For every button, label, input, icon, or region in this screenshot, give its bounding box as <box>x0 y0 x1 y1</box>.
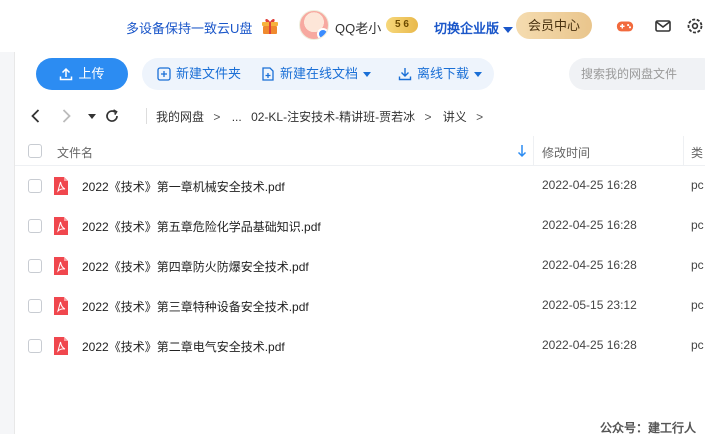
chevron-down-icon <box>363 72 372 78</box>
row-checkbox[interactable] <box>28 339 42 353</box>
new-folder-button[interactable]: 新建文件夹 <box>157 58 241 90</box>
column-header-modified[interactable]: 修改时间 <box>542 144 590 161</box>
breadcrumb-separator: > <box>213 110 221 124</box>
history-dropdown-icon[interactable] <box>83 107 101 125</box>
mail-icon[interactable] <box>654 17 672 35</box>
file-name[interactable]: 2022《技术》第五章危险化学品基础知识.pdf <box>82 218 321 235</box>
breadcrumb-bar: 我的网盘 > ... 02-KL-注安技术-精讲班-贾若冰 > 讲义 > <box>15 100 705 132</box>
column-header-type[interactable]: 类 <box>691 144 703 161</box>
breadcrumb-separator: > <box>424 110 432 124</box>
sort-arrow-icon[interactable] <box>517 144 527 158</box>
offline-download-label: 离线下载 <box>417 66 470 81</box>
new-doc-icon <box>262 67 274 81</box>
table-row[interactable]: 2022《技术》第五章危险化学品基础知识.pdf 2022-04-25 16:28… <box>15 206 705 246</box>
file-type: pc <box>691 258 704 272</box>
gift-icon[interactable] <box>259 14 281 36</box>
table-row[interactable]: 2022《技术》第四章防火防爆安全技术.pdf 2022-04-25 16:28 p… <box>15 246 705 286</box>
new-online-doc-button[interactable]: 新建在线文档 <box>261 58 372 90</box>
upload-button[interactable]: 上传 <box>36 58 128 90</box>
new-folder-icon <box>157 67 171 81</box>
select-all-checkbox[interactable] <box>28 144 42 158</box>
pdf-file-icon <box>54 217 68 235</box>
column-header-name[interactable]: 文件名 <box>57 144 93 161</box>
table-row[interactable]: 2022《技术》第一章机械安全技术.pdf 2022-04-25 16:28 pc <box>15 166 705 206</box>
breadcrumb: 我的网盘 > ... 02-KL-注安技术-精讲班-贾若冰 > 讲义 > <box>156 108 491 125</box>
file-type: pc <box>691 218 704 232</box>
toolbar-actions: 新建文件夹 新建在线文档 离线下载 <box>142 58 494 90</box>
row-checkbox[interactable] <box>28 259 42 273</box>
verified-badge-icon <box>317 28 328 39</box>
row-checkbox[interactable] <box>28 299 42 313</box>
breadcrumb-parent[interactable]: 02-KL-注安技术-精讲班-贾若冰 <box>251 110 415 124</box>
search-input[interactable] <box>569 58 705 90</box>
new-folder-label: 新建文件夹 <box>176 66 242 81</box>
game-controller-icon[interactable] <box>616 17 634 35</box>
top-header: 多设备保持一致云U盘 QQ老小 5 6 切换企业版 会员中心 <box>0 0 705 52</box>
table-row[interactable]: 2022《技术》第三章特种设备安全技术.pdf 2022-05-15 23:12 p… <box>15 286 705 326</box>
breadcrumb-ellipsis[interactable]: ... <box>232 110 242 124</box>
username[interactable]: QQ老小 <box>335 18 381 37</box>
offline-download-button[interactable]: 离线下载 <box>398 58 483 90</box>
pdf-file-icon <box>54 297 68 315</box>
watermark-text: 公众号：建工行人 <box>600 421 697 434</box>
switch-enterprise-button[interactable]: 切换企业版 <box>434 18 514 37</box>
file-name[interactable]: 2022《技术》第一章机械安全技术.pdf <box>82 178 285 195</box>
row-checkbox[interactable] <box>28 219 42 233</box>
pdf-file-icon <box>54 257 68 275</box>
file-name[interactable]: 2022《技术》第四章防火防爆安全技术.pdf <box>82 258 309 275</box>
download-icon <box>398 68 412 81</box>
chevron-down-icon <box>503 26 514 33</box>
column-divider[interactable] <box>533 136 534 166</box>
file-name[interactable]: 2022《技术》第二章电气安全技术.pdf <box>82 338 285 355</box>
new-online-doc-label: 新建在线文档 <box>280 66 359 81</box>
chevron-down-icon <box>474 72 483 78</box>
table-row[interactable]: 2022《技术》第二章电气安全技术.pdf 2022-04-25 16:28 pc <box>15 326 705 366</box>
left-sidebar-edge <box>0 52 15 434</box>
promo-link[interactable]: 多设备保持一致云U盘 <box>126 18 252 37</box>
switch-enterprise-label: 切换企业版 <box>434 21 500 36</box>
avatar[interactable] <box>299 10 329 40</box>
file-type: pc <box>691 338 704 352</box>
file-type: pc <box>691 298 704 312</box>
column-divider[interactable] <box>683 136 684 166</box>
file-modified-time: 2022-04-25 16:28 <box>542 218 637 232</box>
level-badge: 5 6 <box>386 17 418 33</box>
settings-icon[interactable] <box>686 17 704 35</box>
vip-center-button[interactable]: 会员中心 <box>516 12 592 39</box>
pdf-file-icon <box>54 177 68 195</box>
back-arrow-icon[interactable] <box>27 107 45 125</box>
refresh-icon[interactable] <box>103 107 121 125</box>
breadcrumb-root[interactable]: 我的网盘 <box>156 110 204 124</box>
file-modified-time: 2022-04-25 16:28 <box>542 258 637 272</box>
file-modified-time: 2022-04-25 16:28 <box>542 338 637 352</box>
pdf-file-icon <box>54 337 68 355</box>
file-table-header: 文件名 修改时间 类 <box>15 136 705 166</box>
divider <box>146 108 147 124</box>
upload-label: 上传 <box>78 66 105 81</box>
breadcrumb-separator: > <box>476 110 484 124</box>
row-checkbox[interactable] <box>28 179 42 193</box>
file-modified-time: 2022-04-25 16:28 <box>542 178 637 192</box>
file-type: pc <box>691 178 704 192</box>
file-name[interactable]: 2022《技术》第三章特种设备安全技术.pdf <box>82 298 309 315</box>
breadcrumb-current: 讲义 <box>442 110 467 124</box>
forward-arrow-icon[interactable] <box>57 107 75 125</box>
upload-icon <box>60 67 73 81</box>
file-modified-time: 2022-05-15 23:12 <box>542 298 637 312</box>
